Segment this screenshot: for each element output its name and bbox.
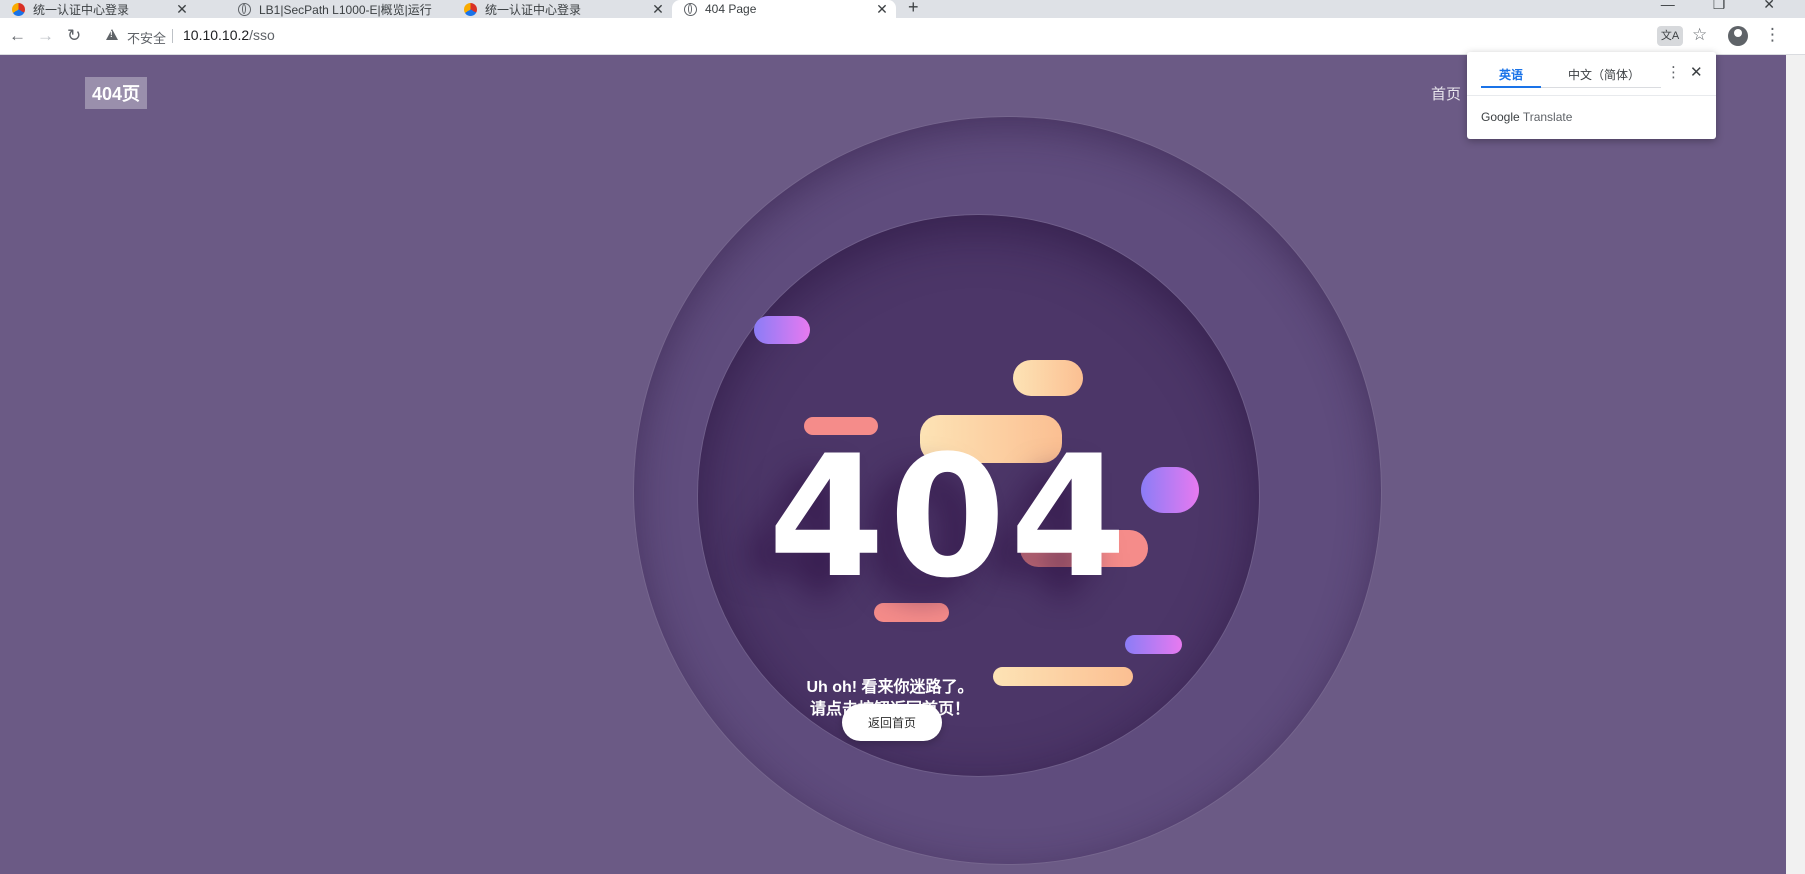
- tab-title: 统一认证中心登录: [485, 2, 582, 17]
- minimize-icon[interactable]: —: [1661, 0, 1675, 13]
- translate-popup: 英语 中文（简体） ⋮ ✕ Google Translate: [1467, 52, 1716, 139]
- page-scrollbar[interactable]: [1786, 55, 1805, 874]
- new-tab-button[interactable]: +: [908, 0, 919, 18]
- browser-tab-active[interactable]: 404 Page ✕: [672, 0, 896, 18]
- url-path: /sso: [249, 27, 275, 43]
- back-arrow-icon[interactable]: ←: [9, 26, 26, 46]
- close-tab-icon[interactable]: ✕: [874, 1, 890, 18]
- restore-icon[interactable]: ❐: [1713, 0, 1726, 13]
- site-logo[interactable]: 404页: [85, 77, 148, 109]
- bookmark-star-icon[interactable]: ☆: [1692, 25, 1707, 45]
- decor-pill-peach-long: [993, 667, 1133, 686]
- error-code-heading: 404: [768, 419, 1131, 615]
- tab-title: 统一认证中心登录: [33, 2, 130, 17]
- more-options-icon[interactable]: ⋮: [1666, 63, 1681, 81]
- decor-pill-gradient-small: [1125, 635, 1182, 654]
- address-bar[interactable]: 10.10.10.2/sso: [183, 27, 275, 43]
- account-icon[interactable]: [1728, 26, 1748, 46]
- translate-tab-chinese[interactable]: 中文（简体）: [1549, 66, 1659, 83]
- brand-translate: Translate: [1522, 110, 1573, 124]
- forward-arrow-icon[interactable]: →: [37, 26, 54, 46]
- error-message-line1: Uh oh! 看来你迷路了。: [806, 679, 974, 696]
- translate-tab-active-indicator: [1481, 86, 1541, 88]
- reload-icon[interactable]: ↻: [67, 26, 81, 46]
- translate-tab-english[interactable]: 英语: [1481, 66, 1541, 83]
- tab-strip: 统一认证中心登录 ✕ LB1|SecPath L1000-E|概览|运行 统一认…: [0, 0, 1805, 18]
- browser-toolbar: ← → ↻ 不安全 10.10.10.2/sso 文A ☆ ⋮: [0, 18, 1805, 55]
- browser-tab[interactable]: LB1|SecPath L1000-E|概览|运行: [226, 0, 452, 18]
- tab-title: LB1|SecPath L1000-E|概览|运行: [259, 2, 432, 17]
- security-label[interactable]: 不安全: [127, 28, 166, 47]
- globe-icon: [238, 2, 251, 16]
- browser-tab[interactable]: 统一认证中心登录 ✕: [0, 0, 196, 18]
- close-window-icon[interactable]: ✕: [1763, 0, 1775, 13]
- browser-tab[interactable]: 统一认证中心登录 ✕: [452, 0, 672, 18]
- close-tab-icon[interactable]: ✕: [174, 1, 190, 18]
- browser-menu-icon[interactable]: ⋮: [1764, 25, 1781, 45]
- close-icon[interactable]: ✕: [1690, 63, 1703, 81]
- site-favicon-icon: [12, 2, 25, 16]
- google-translate-brand: Google Translate: [1481, 110, 1572, 124]
- site-favicon-icon: [464, 2, 477, 16]
- decor-pill-gradient-round: [1141, 467, 1199, 513]
- page-404: 404页 首页 404 Uh oh! 看来你迷路了。 请点击按钮返回首页！ 返回…: [0, 55, 1786, 874]
- decor-pill-peach: [1013, 360, 1083, 396]
- globe-icon: [684, 2, 697, 16]
- decor-pill-gradient: [754, 316, 810, 344]
- translate-divider: [1467, 95, 1716, 96]
- nav-home-link[interactable]: 首页: [1431, 83, 1461, 104]
- translate-icon[interactable]: 文A: [1657, 26, 1683, 46]
- window-controls: — ❐ ✕: [1661, 0, 1805, 13]
- tab-title: 404 Page: [705, 2, 757, 16]
- back-home-button[interactable]: 返回首页: [842, 704, 942, 741]
- brand-google: Google: [1481, 110, 1520, 124]
- close-tab-icon[interactable]: ✕: [650, 1, 666, 18]
- warning-icon[interactable]: [106, 29, 118, 40]
- url-host: 10.10.10.2: [183, 27, 250, 43]
- address-separator: [172, 29, 173, 43]
